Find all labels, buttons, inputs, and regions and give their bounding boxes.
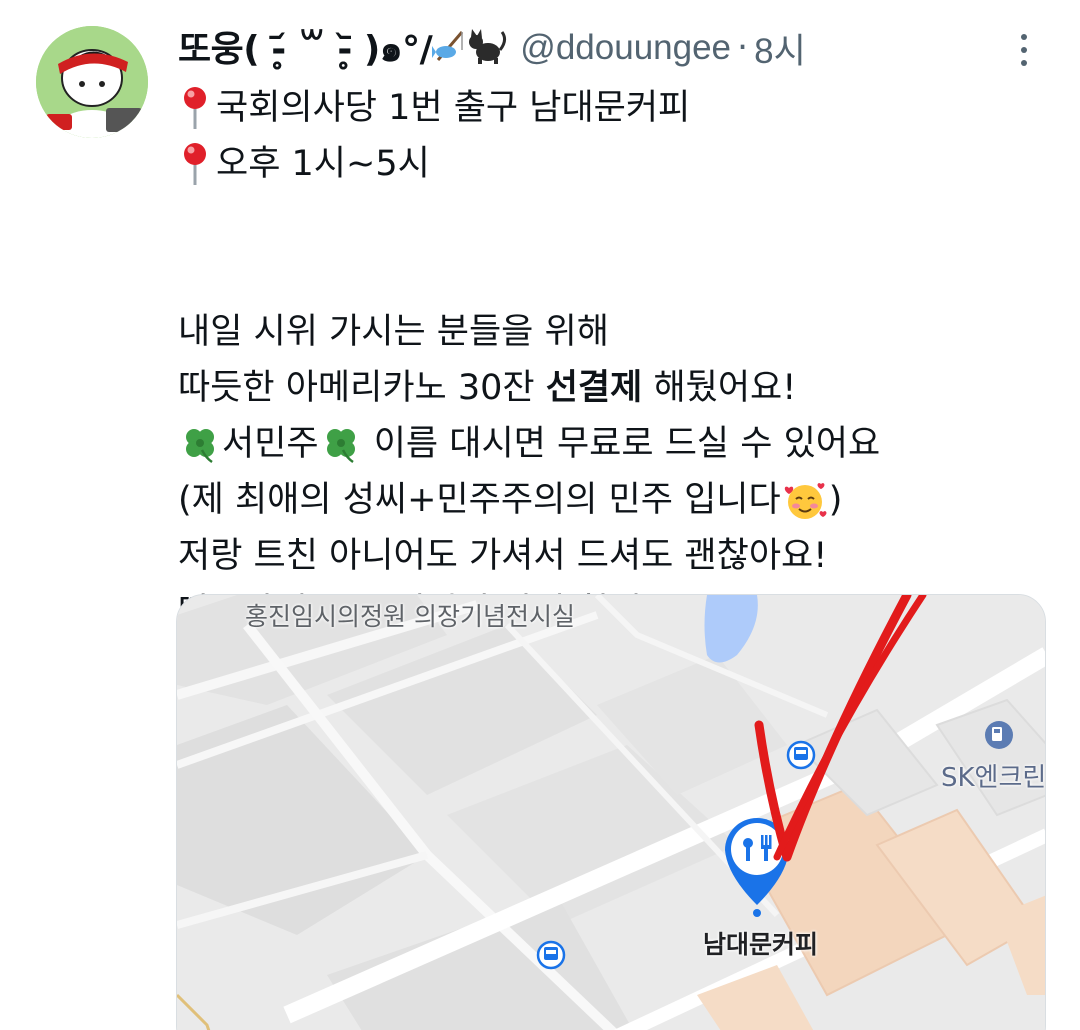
map-label-gas-station: SK엔크린 <box>941 763 1046 793</box>
tweet[interactable]: 또웅( -̥̥᷄ ꒳ -̥̥᷅ )๑°/ @ddouungee · 8시 국회의… <box>0 0 1080 1030</box>
smiling-face-with-hearts-icon <box>784 483 827 519</box>
text-segment: 저랑 트친 아니어도 가셔서 드셔도 괜찮아요! <box>178 536 828 576</box>
map-image[interactable]: 홍진임시의정원 의장기념전시실 SK엔크린 남대문커피 <box>176 594 1046 1030</box>
author-handle[interactable]: @ddouungee <box>520 28 731 68</box>
text-segment: 따듯한 아메리카노 30잔 <box>178 368 546 408</box>
text-line: 국회의사당 1번 출구 남대문커피 <box>178 80 1038 136</box>
map-label-museum: 홍진임시의정원 의장기념전시실 <box>245 602 575 631</box>
gas-station-icon <box>985 721 1013 749</box>
bold-text: 선결제 <box>545 368 643 408</box>
display-name-text: 또웅( -̥̥᷄ ꒳ -̥̥᷅ ) <box>178 28 380 70</box>
bus-stop-icon <box>536 940 566 970</box>
more-dot-icon <box>1021 60 1027 66</box>
text-segment: 이름 대시면 무료로 드실 수 있어요 <box>362 424 881 464</box>
map-label-place[interactable]: 남대문커피 <box>703 925 818 961</box>
round-pushpin-icon <box>184 87 206 129</box>
bus-stop-icon <box>786 740 816 770</box>
display-name-symbols: ๑°/ <box>379 28 433 70</box>
round-pushpin-icon <box>184 143 206 185</box>
timestamp[interactable]: 8시 <box>754 23 806 74</box>
text-segment: 내일 시위 가시는 분들을 위해 <box>178 312 609 352</box>
text-line: 서민주 이름 대시면 무료로 드실 수 있어요 <box>178 416 1038 472</box>
text-line: 오후 1시~5시 <box>178 136 1038 192</box>
text-line: 내일 시위 가시는 분들을 위해 <box>178 304 1038 360</box>
avatar[interactable] <box>36 26 148 138</box>
text-segment: (제 최애의 성씨+민주주의의 민주 입니다 <box>178 480 781 520</box>
display-name[interactable]: 또웅( -̥̥᷄ ꒳ -̥̥᷅ )๑°/ <box>178 20 508 77</box>
four-leaf-clover-icon <box>326 429 355 464</box>
avatar-icon <box>36 26 148 138</box>
map-graphic <box>177 595 1045 1030</box>
tweet-text: 국회의사당 1번 출구 남대문커피 오후 1시~5시 내일 시위 가시는 분들을… <box>178 80 1038 640</box>
name-text: 서민주 <box>222 424 319 464</box>
tweet-header: 또웅( -̥̥᷄ ꒳ -̥̥᷅ )๑°/ @ddouungee · 8시 <box>178 24 806 72</box>
separator-dot: · <box>737 28 749 68</box>
text-line: (제 최애의 성씨+민주주의의 민주 입니다 ) <box>178 472 1038 528</box>
text-line: 따듯한 아메리카노 30잔 선결제 해뒀어요! <box>178 360 1038 416</box>
more-dot-icon <box>1021 47 1027 53</box>
text-line: 저랑 트친 아니어도 가셔서 드셔도 괜찮아요! <box>178 528 1038 584</box>
more-dot-icon <box>1021 34 1027 40</box>
more-options-button[interactable] <box>1006 30 1042 70</box>
fishing-pole-emoji <box>432 28 468 73</box>
four-leaf-clover-icon <box>186 429 214 464</box>
text-segment: 해뒀어요! <box>642 368 797 408</box>
text-segment: ) <box>828 480 843 520</box>
time-text: 오후 1시~5시 <box>216 144 430 184</box>
location-text: 국회의사당 1번 출구 남대문커피 <box>216 88 691 128</box>
black-cat-emoji <box>468 28 508 73</box>
